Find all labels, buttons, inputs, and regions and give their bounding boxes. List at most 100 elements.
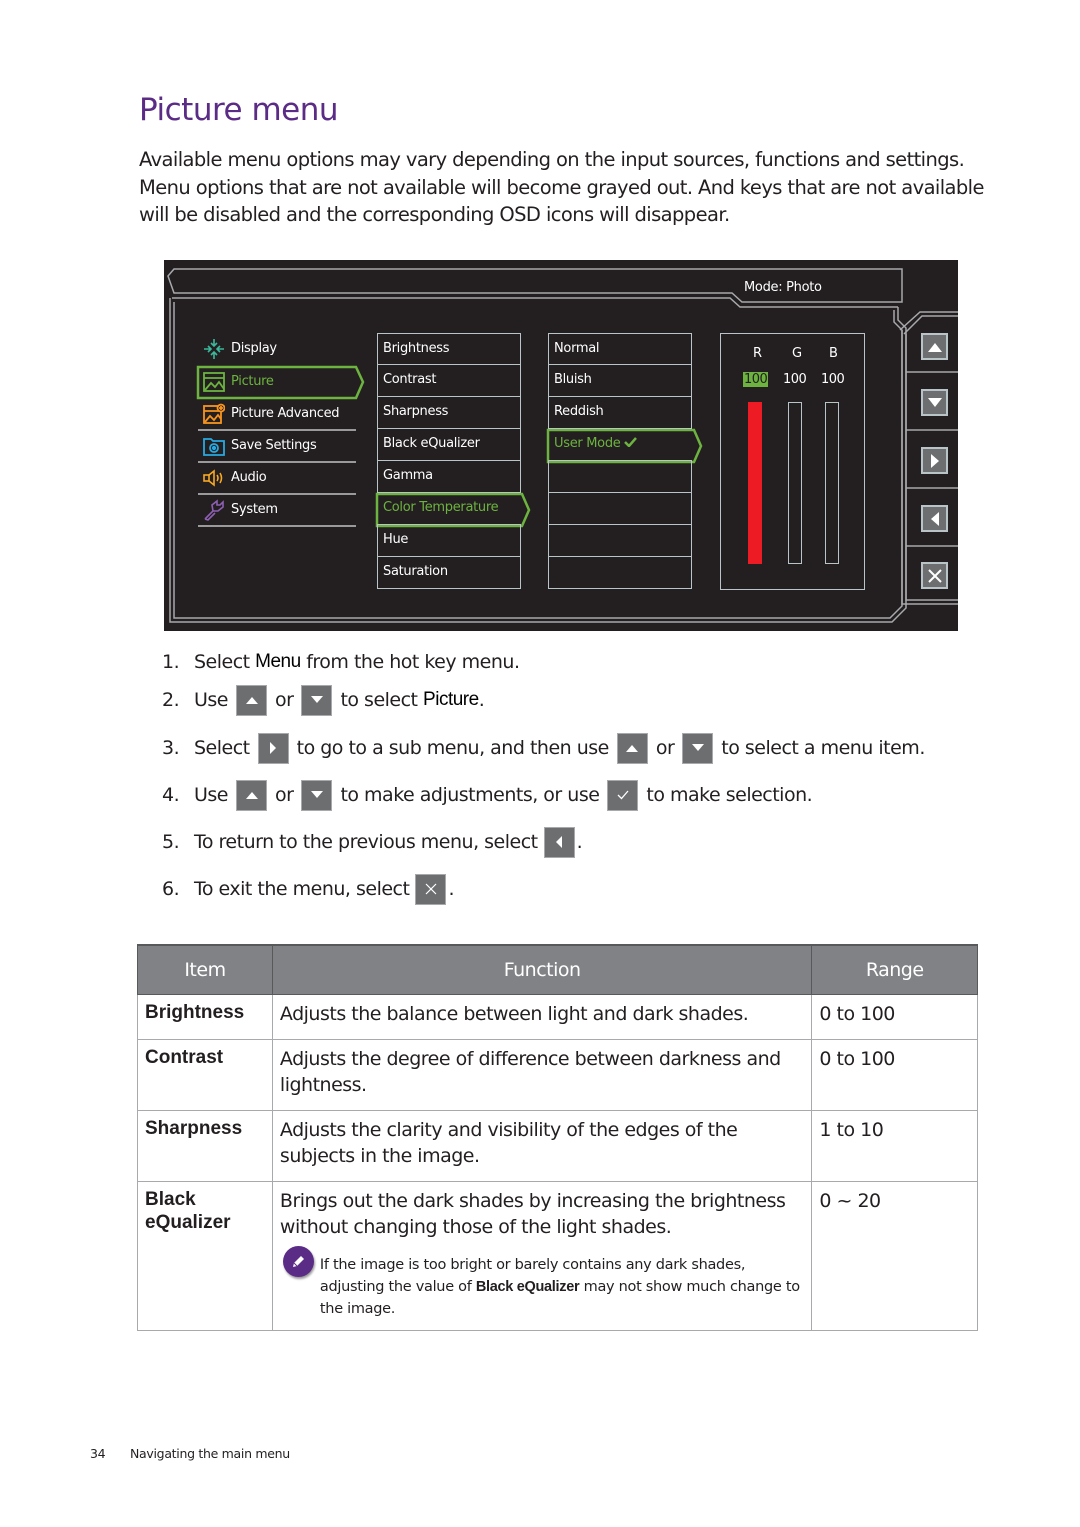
- save-settings-icon: [203, 438, 225, 456]
- option-label-text: User Mode: [554, 436, 621, 451]
- table-row: Brightness Adjusts the balance between l…: [137, 994, 978, 1040]
- picture-settings-table: Item Function Range Brightness Adjusts t…: [137, 944, 978, 1331]
- submenu-label: Hue: [383, 532, 409, 547]
- rgb-value-g[interactable]: 100: [782, 372, 807, 387]
- pencil-note-icon: [282, 1246, 314, 1277]
- table-row: Contrast Adjusts the degree of differenc…: [137, 1039, 978, 1111]
- osd-menu-item-audio[interactable]: Audio: [198, 463, 356, 495]
- rgb-channel-label-r: R: [753, 346, 763, 361]
- note: If the image is too bright or barely con…: [280, 1246, 804, 1320]
- page-number: 34: [90, 1446, 106, 1461]
- step-number: 3.: [162, 737, 180, 759]
- submenu-label: Sharpness: [383, 404, 449, 419]
- table-header-row: Item Function Range: [137, 944, 978, 995]
- osd-screenshot: Mode: Photo Display Picture Picture Adva…: [164, 260, 958, 631]
- osd-up-button[interactable]: [921, 333, 948, 360]
- option-empty: [548, 492, 692, 525]
- range-cell: 0 to 100: [811, 1039, 978, 1111]
- step-5: 5. To return to the previous menu, selec…: [162, 825, 583, 859]
- rgb-value-b[interactable]: 100: [820, 372, 845, 387]
- submenu-label: Saturation: [383, 564, 448, 579]
- submenu-label: Brightness: [383, 341, 450, 356]
- checkmark-icon: [624, 437, 638, 448]
- osd-close-button[interactable]: [921, 562, 948, 589]
- range-cell: 0 to 100: [811, 994, 978, 1040]
- step-number: 6.: [162, 878, 180, 900]
- osd-menu-item-picture-advanced[interactable]: Picture Advanced: [198, 399, 356, 431]
- page-title: Picture menu: [139, 92, 339, 128]
- step-number: 1.: [162, 651, 180, 673]
- item-cell: Contrast: [137, 1039, 273, 1111]
- submenu-item-black-equalizer[interactable]: Black eQualizer: [377, 428, 521, 461]
- step-1: 1. Select Menu from the hot key menu.: [162, 645, 520, 679]
- step-3: 3. Select to go to a sub menu, and then …: [162, 731, 925, 765]
- rgb-value-r[interactable]: 100: [743, 372, 769, 387]
- step-text: Select: [194, 651, 256, 673]
- function-text: Brings out the dark shades by increasing…: [279, 1190, 786, 1238]
- option-empty: [548, 524, 692, 557]
- osd-menu-item-picture[interactable]: Picture: [198, 367, 356, 397]
- step-text: .: [478, 689, 485, 711]
- osd-menu-label: Picture: [231, 374, 274, 389]
- note-emphasis: Black eQualizer: [475, 1279, 580, 1295]
- option-user-mode[interactable]: User Mode: [548, 428, 692, 461]
- function-cell: Adjusts the clarity and visibility of th…: [271, 1110, 813, 1182]
- range-cell: 0 ~ 20: [811, 1181, 978, 1331]
- submenu-item-gamma[interactable]: Gamma: [377, 460, 521, 493]
- rgb-slider-r[interactable]: [748, 402, 762, 564]
- osd-menu-label: Picture Advanced: [231, 406, 340, 421]
- submenu-label: Black eQualizer: [383, 436, 480, 451]
- step-text: Select: [194, 737, 250, 759]
- up-key-icon: [236, 779, 267, 811]
- submenu-item-hue[interactable]: Hue: [377, 524, 521, 557]
- osd-left-button[interactable]: [921, 505, 948, 532]
- submenu-item-brightness[interactable]: Brightness: [377, 333, 521, 365]
- display-icon: [204, 339, 224, 359]
- table-row: Black eQualizer Brings out the dark shad…: [137, 1181, 978, 1331]
- rgb-channel-label-g: G: [792, 346, 803, 361]
- osd-menu-item-system[interactable]: System: [198, 495, 356, 527]
- step-text: from the hot key menu.: [300, 651, 520, 673]
- osd-menu-item-save-settings[interactable]: Save Settings: [198, 431, 356, 463]
- column-header-function: Function: [271, 944, 813, 995]
- item-cell: Brightness: [137, 994, 273, 1040]
- osd-down-button[interactable]: [921, 389, 948, 416]
- rgb-slider-g[interactable]: [788, 402, 802, 564]
- osd-menu-item-display[interactable]: Display: [198, 334, 356, 364]
- down-key-icon: [682, 732, 714, 764]
- rgb-slider-fill: [749, 403, 761, 563]
- step-text: to select: [340, 689, 424, 711]
- option-normal[interactable]: Normal: [548, 333, 692, 365]
- column-header-range: Range: [811, 944, 978, 995]
- osd-options: Normal Bluish Reddish User Mode: [548, 333, 692, 589]
- item-cell: Sharpness: [137, 1110, 273, 1182]
- step-text: or: [275, 689, 294, 711]
- submenu-label: Contrast: [383, 372, 437, 387]
- option-label: Bluish: [554, 372, 592, 387]
- osd-menu-label: Display: [231, 341, 277, 356]
- right-key-icon: [257, 732, 289, 764]
- rgb-panel: R G B 100 100 100: [720, 333, 865, 590]
- option-empty: [548, 556, 692, 589]
- option-label: Normal: [554, 341, 600, 356]
- function-cell: Adjusts the balance between light and da…: [271, 994, 813, 1040]
- left-key-icon: [543, 826, 575, 858]
- confirm-key-icon: [607, 779, 639, 811]
- up-key-icon: [616, 732, 648, 764]
- close-icon: [927, 568, 942, 583]
- step-text: .: [576, 831, 583, 853]
- table-row: Sharpness Adjusts the clarity and visibi…: [137, 1110, 978, 1182]
- step-text: to go to a sub menu, and then use: [296, 737, 610, 759]
- submenu-item-saturation[interactable]: Saturation: [377, 556, 521, 589]
- option-reddish[interactable]: Reddish: [548, 396, 692, 429]
- down-key-icon: [301, 684, 333, 716]
- submenu-item-contrast[interactable]: Contrast: [377, 364, 521, 397]
- submenu-item-color-temperature[interactable]: Color Temperature: [377, 492, 521, 525]
- option-bluish[interactable]: Bluish: [548, 364, 692, 397]
- option-empty: [548, 460, 692, 493]
- submenu-item-sharpness[interactable]: Sharpness: [377, 396, 521, 429]
- osd-right-button[interactable]: [921, 447, 948, 474]
- exit-key-icon: [415, 873, 447, 905]
- rgb-slider-b[interactable]: [825, 402, 839, 564]
- audio-icon: [203, 469, 223, 487]
